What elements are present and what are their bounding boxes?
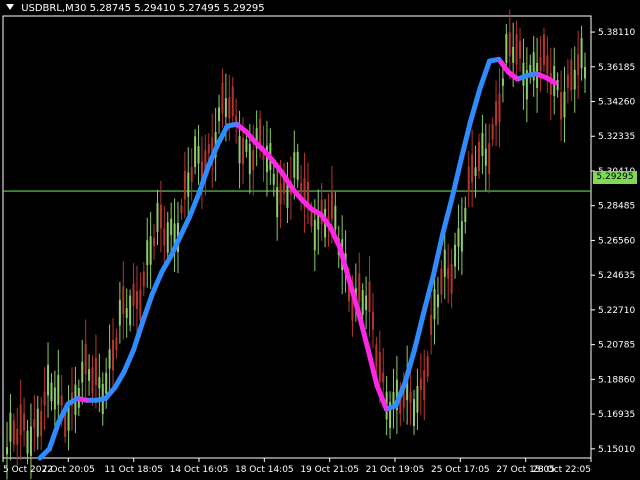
indicator-point [159, 269, 164, 275]
time-tick-label: 21 Oct 19:05 [366, 465, 425, 475]
indicator-point [103, 396, 108, 401]
price-chart[interactable]: 5.381105.361855.342605.323355.304105.284… [0, 0, 640, 480]
indicator-point [449, 196, 455, 201]
indicator-point [290, 186, 296, 192]
indicator-point [93, 398, 99, 403]
indicator-point [534, 71, 539, 76]
indicator-point [487, 58, 492, 64]
indicator-point [505, 69, 511, 75]
indicator-point [225, 123, 230, 129]
indicator-point [393, 403, 399, 408]
price-tick-label: 5.18860 [598, 375, 635, 385]
chart-title: USDBRL,M30 5.28745 5.29410 5.27495 5.292… [6, 3, 265, 15]
indicator-point [337, 244, 342, 250]
indicator-point [440, 232, 445, 237]
high-price: 5.29410 [134, 3, 176, 14]
symbol-period-label: USDBRL,M30 [21, 3, 87, 14]
low-price: 5.27495 [178, 3, 221, 14]
indicator-point [84, 398, 90, 403]
indicator-point [234, 122, 239, 127]
time-tick-label: 28 Oct 22:05 [532, 465, 591, 475]
open-price: 5.28745 [89, 3, 132, 14]
indicator-point [477, 85, 483, 91]
indicator-point [318, 212, 324, 217]
indicator-point [178, 233, 183, 239]
indicator-point [168, 253, 174, 259]
current-price-tag: 5.29295 [593, 171, 637, 184]
collapse-arrow-icon[interactable] [6, 4, 14, 10]
indicator-point [524, 73, 530, 78]
price-tick-label: 5.15010 [598, 445, 635, 455]
indicator-point [140, 318, 146, 324]
price-tick-label: 5.26560 [598, 236, 635, 246]
indicator-point [309, 206, 314, 212]
indicator-point [468, 118, 473, 123]
indicator-point [47, 446, 52, 452]
indicator-point [412, 347, 417, 352]
indicator-point [215, 141, 221, 147]
indicator-point [421, 309, 427, 315]
price-tick-label: 5.24635 [598, 271, 635, 281]
time-tick-label: 14 Oct 16:05 [170, 465, 229, 475]
price-tick-label: 5.32335 [598, 132, 635, 142]
time-tick-label: 19 Oct 21:05 [300, 465, 359, 475]
indicator-point [150, 291, 155, 297]
indicator-point [271, 159, 277, 165]
indicator-point [112, 385, 118, 390]
price-tick-label: 5.34260 [598, 98, 635, 108]
indicator-point [131, 347, 136, 352]
indicator-point [187, 214, 193, 219]
indicator-point [281, 172, 286, 177]
indicator-point [496, 57, 502, 62]
indicator-point [75, 396, 80, 401]
time-tick-label: 11 Oct 18:05 [104, 465, 163, 475]
indicator-point [431, 273, 436, 278]
indicator-point [402, 380, 408, 385]
indicator-point [196, 190, 202, 195]
price-tick-label: 5.28485 [598, 202, 635, 212]
indicator-point [543, 75, 548, 80]
time-tick-label: 18 Oct 14:05 [235, 465, 294, 475]
indicator-point [356, 309, 361, 315]
indicator-point [37, 455, 43, 461]
indicator-point [515, 76, 520, 82]
indicator-point [374, 383, 380, 389]
price-tick-label: 5.22710 [598, 306, 635, 316]
indicator-point [552, 80, 558, 85]
indicator-point [206, 163, 211, 168]
close-price: 5.29295 [223, 3, 265, 14]
indicator-point [346, 277, 352, 282]
price-tick-label: 5.20785 [598, 341, 635, 351]
indicator-point [365, 345, 370, 351]
price-tick-label: 5.16935 [598, 410, 635, 420]
price-tick-label: 5.38110 [598, 28, 635, 38]
indicator-point [253, 140, 258, 145]
indicator-point [459, 156, 464, 161]
indicator-point [65, 401, 71, 407]
trading-chart-window[interactable]: 5.381105.361855.342605.323355.304105.284… [0, 0, 640, 480]
indicator-point [56, 419, 61, 425]
indicator-point [384, 407, 389, 412]
indicator-point [243, 129, 249, 134]
time-tick-label: 25 Oct 17:05 [431, 465, 490, 475]
price-tick-label: 5.36185 [598, 63, 635, 73]
indicator-point [262, 149, 267, 154]
indicator-point [328, 224, 333, 230]
indicator-point [299, 197, 305, 203]
indicator-point [122, 369, 127, 374]
time-tick-label: 7 Oct 20:05 [42, 465, 95, 475]
